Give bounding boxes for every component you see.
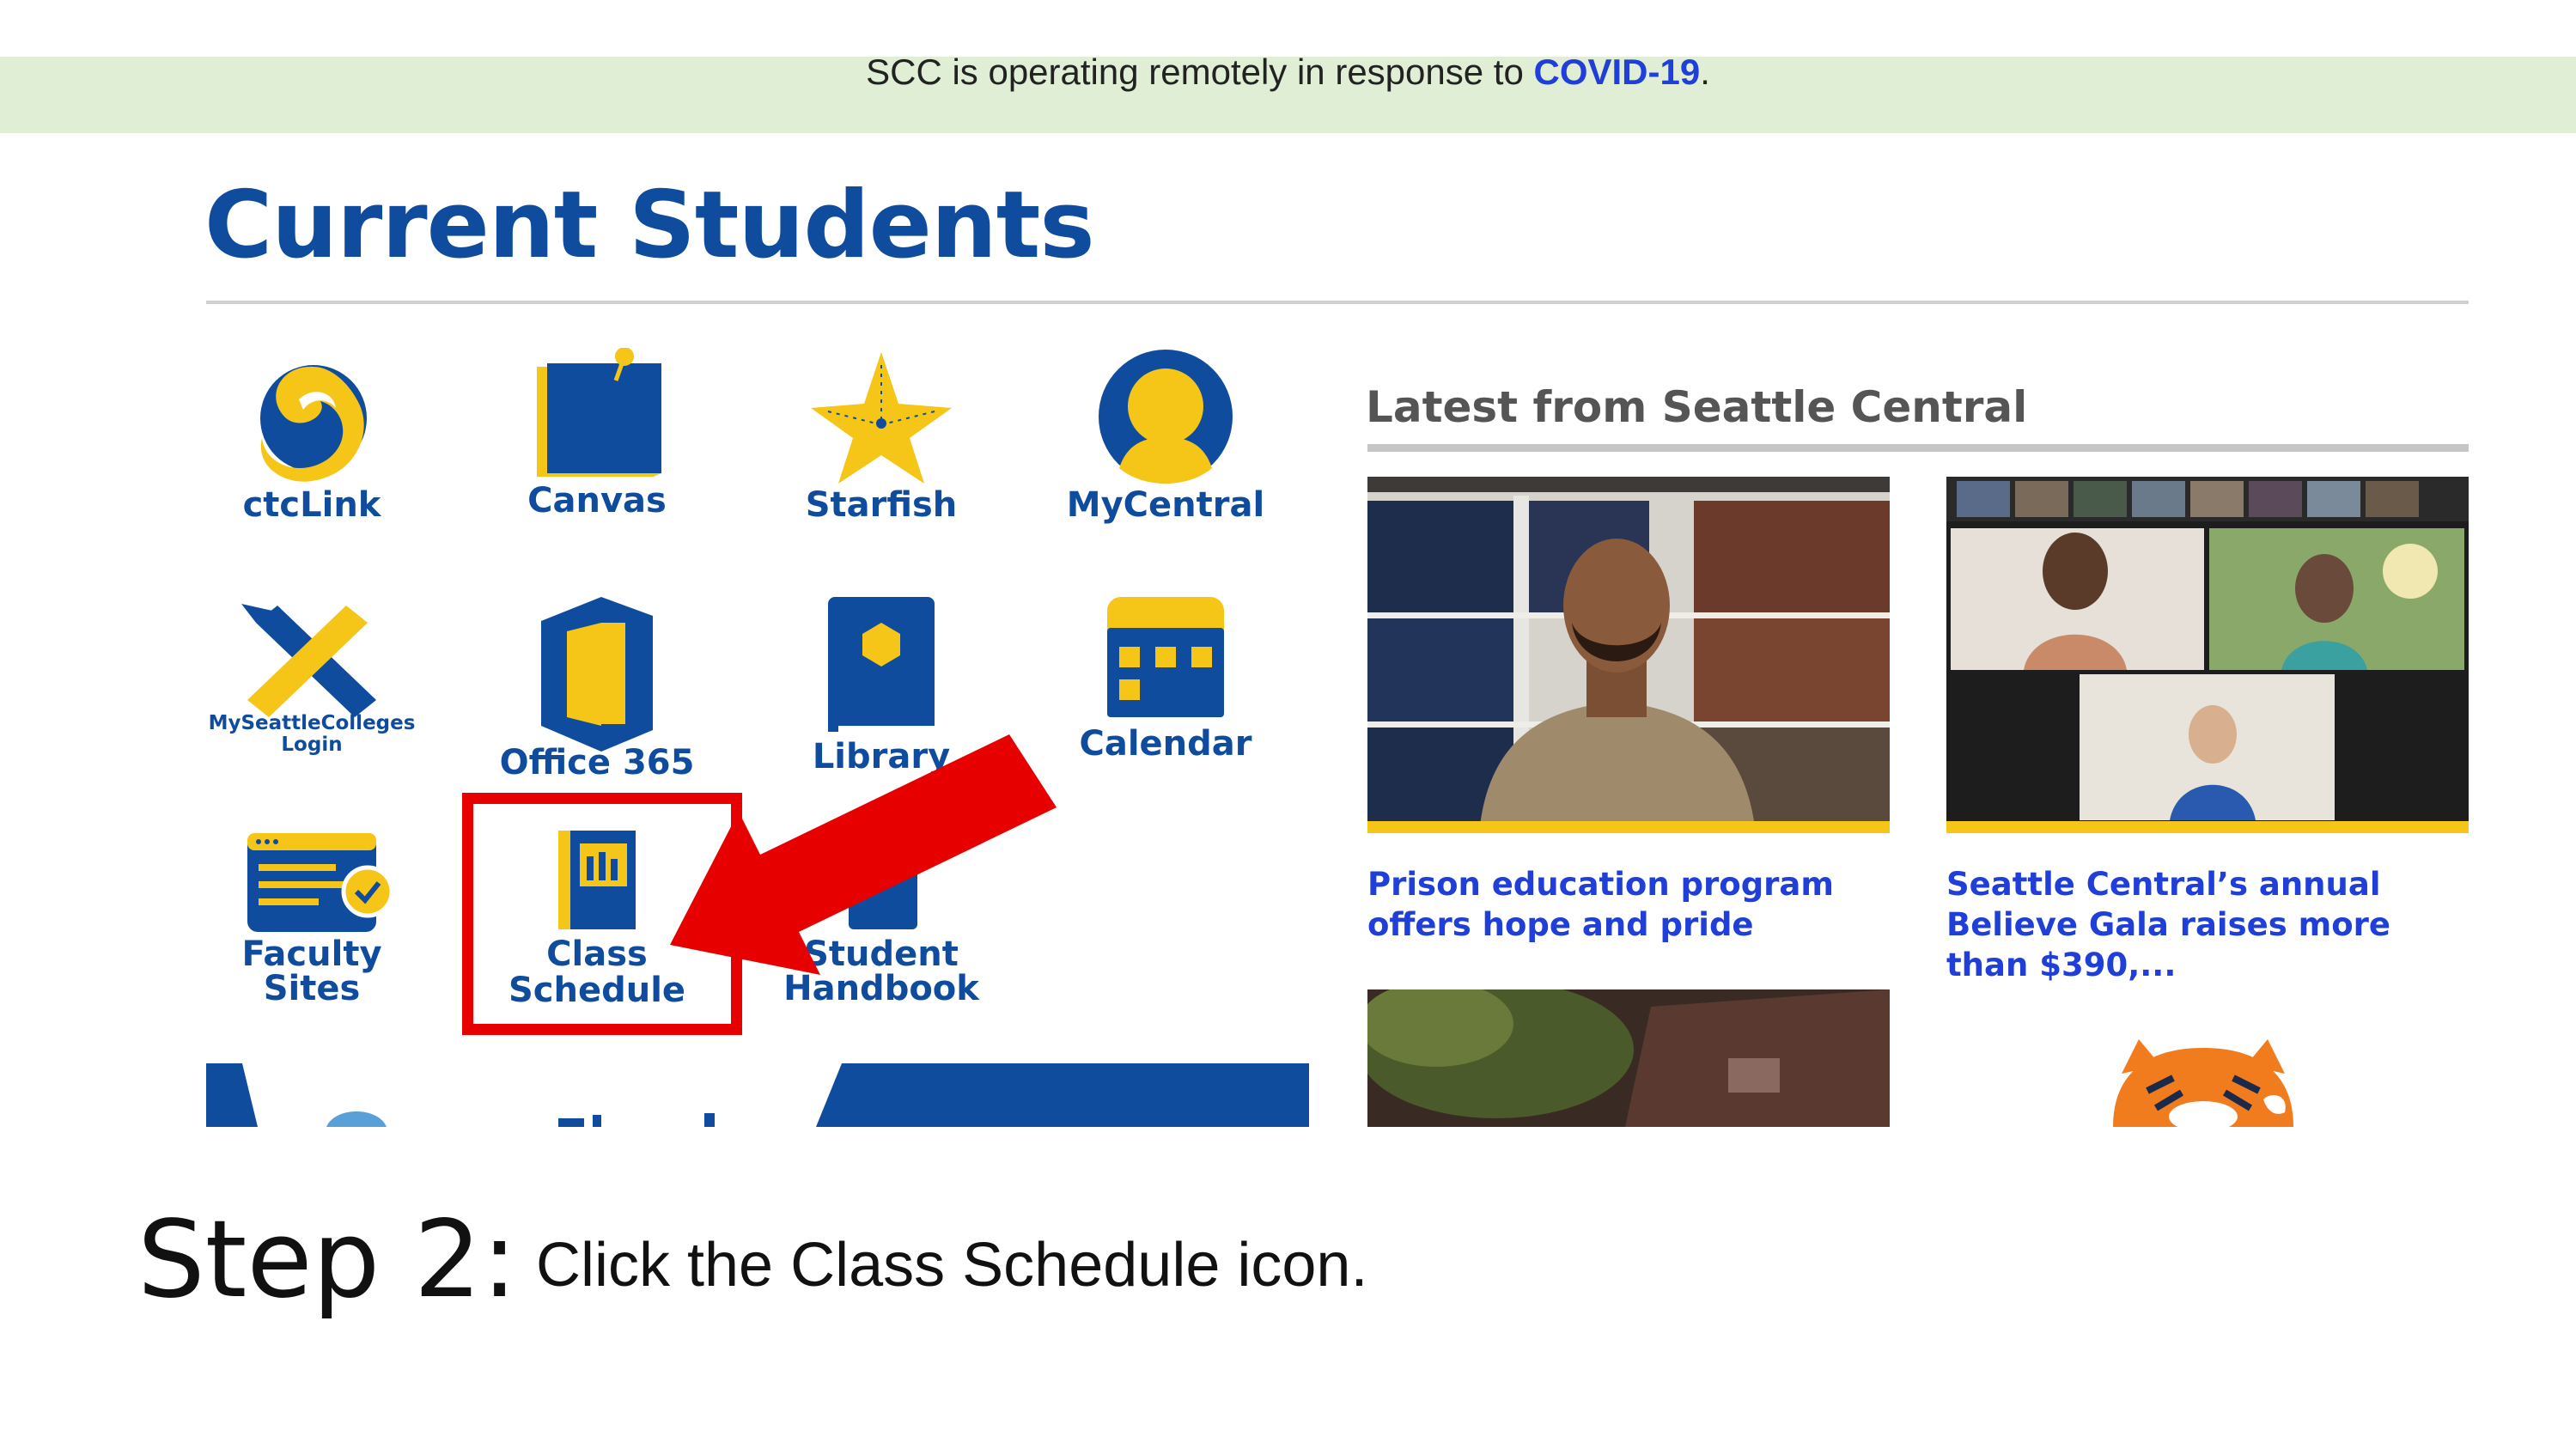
step-instruction: Click the Class Schedule icon. bbox=[536, 1231, 1368, 1300]
tile-myseattlecolleges-login[interactable]: MySeattleColleges Login bbox=[183, 597, 441, 820]
news-image-accent-bar bbox=[1367, 821, 1890, 833]
tiger-mascot-icon bbox=[2113, 1039, 2293, 1127]
promo-banner-shape bbox=[242, 1063, 842, 1127]
tile-label: MyCentral bbox=[1066, 485, 1265, 525]
library-photo-icon bbox=[1367, 477, 1890, 833]
office-door-icon bbox=[541, 597, 653, 752]
news-image-accent-bar bbox=[1946, 821, 2469, 833]
news-image-believe-gala[interactable] bbox=[1946, 477, 2469, 833]
covid-19-link[interactable]: COVID-19 bbox=[1533, 52, 1700, 92]
title-divider bbox=[206, 301, 2469, 304]
tile-label-line2: Login bbox=[281, 734, 343, 756]
tile-starfish[interactable]: Starfish bbox=[752, 348, 1010, 571]
canvas-note-icon bbox=[537, 348, 661, 477]
tile-canvas[interactable]: Canvas bbox=[468, 348, 726, 571]
covid-banner-text: SCC is operating remotely in response to… bbox=[866, 52, 1710, 92]
ctclink-swirl-icon bbox=[260, 365, 367, 482]
step-emphasis: Class Schedule bbox=[790, 1231, 1221, 1300]
news-divider bbox=[1367, 444, 2469, 452]
news-link-prison-education[interactable]: Prison education program offers hope and… bbox=[1367, 864, 1900, 945]
red-arrow-icon bbox=[670, 734, 1057, 975]
news-image-campus-building[interactable] bbox=[1367, 989, 1890, 1127]
user-avatar-icon bbox=[1099, 350, 1233, 484]
building-photo-icon bbox=[1367, 989, 1890, 1127]
news-link-believe-gala[interactable]: Seattle Central’s annual Believe Gala ra… bbox=[1946, 864, 2479, 985]
tile-label: Calendar bbox=[1079, 724, 1252, 764]
starfish-icon bbox=[811, 352, 952, 484]
news-heading: Latest from Seattle Central bbox=[1366, 382, 2028, 432]
tile-calendar[interactable]: Calendar bbox=[1037, 597, 1294, 820]
tile-faculty-sites[interactable]: Faculty Sites bbox=[183, 833, 441, 1056]
tile-label-line2: Sites bbox=[263, 969, 361, 1008]
tile-label-line1: Faculty bbox=[241, 935, 382, 974]
tile-label-line1: MySeattleColleges bbox=[208, 712, 416, 734]
tile-mycentral[interactable]: MyCentral bbox=[1037, 348, 1294, 571]
news-image-prison-education[interactable] bbox=[1367, 477, 1890, 833]
promo-banner-partial bbox=[206, 1063, 1309, 1127]
step-number: Step 2: bbox=[137, 1198, 518, 1322]
tile-label: ctcLink bbox=[242, 485, 381, 525]
tile-label: Canvas bbox=[527, 481, 667, 521]
page-title: Current Students bbox=[204, 172, 1095, 279]
book-icon bbox=[828, 597, 935, 732]
tile-ctclink[interactable]: ctcLink bbox=[183, 348, 441, 571]
tile-label: Starfish bbox=[805, 485, 958, 525]
video-call-photo-icon bbox=[1946, 477, 2469, 833]
